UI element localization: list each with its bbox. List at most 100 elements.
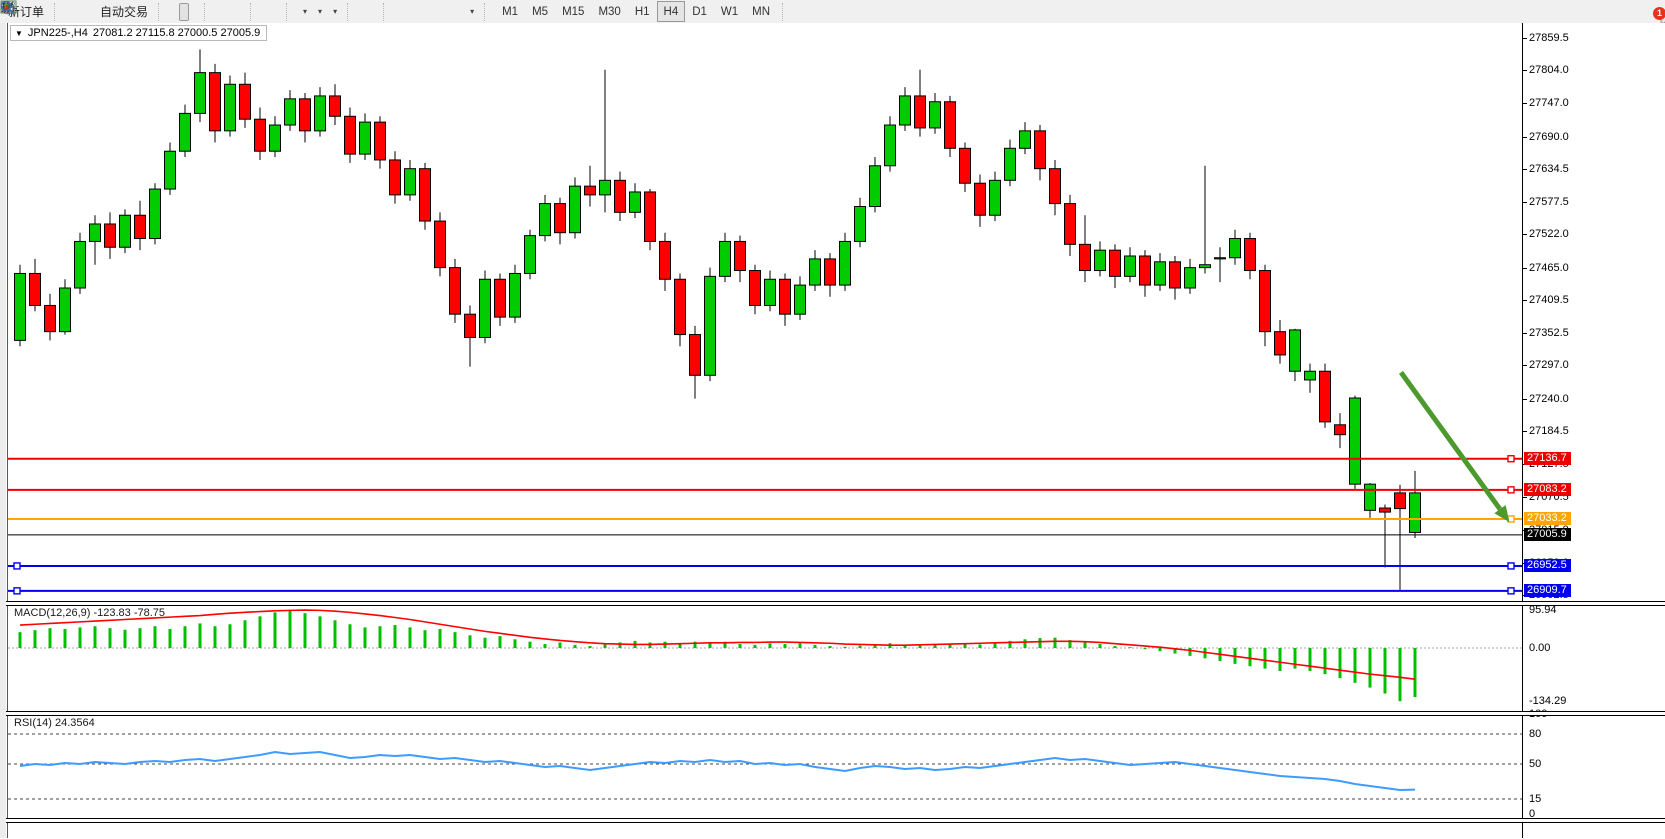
axis-label: -134.29	[1529, 695, 1566, 707]
autotrading-button[interactable]: 自动交易	[95, 3, 153, 21]
main-chart-canvas[interactable]	[8, 23, 1523, 601]
zoom-out-button[interactable]	[225, 3, 235, 21]
symbol-period-label: JPN225-,H4	[28, 27, 88, 39]
chevron-down-icon: ▼	[15, 29, 23, 38]
axis-tick	[1523, 431, 1527, 432]
toolbar-separator	[383, 3, 389, 21]
market-watch-button[interactable]	[75, 3, 85, 21]
axis-label: 27297.0	[1529, 359, 1569, 371]
timeframe-h4[interactable]: H4	[657, 1, 686, 22]
quotes-button[interactable]	[65, 3, 75, 21]
notification-badge: 1	[1653, 7, 1665, 20]
tile-windows-button[interactable]	[235, 3, 245, 21]
axis-label: 27747.0	[1529, 97, 1569, 109]
axis-label: 15	[1529, 793, 1541, 805]
vertical-line-button[interactable]	[394, 3, 404, 21]
pane-separator	[6, 818, 1665, 823]
axis-tick	[1523, 268, 1527, 269]
fibonacci-button[interactable]: F	[434, 3, 444, 21]
pane-separator[interactable]	[6, 601, 1665, 606]
ohlc-values: 27081.2 27115.8 27000.5 27005.9	[93, 27, 260, 39]
axis-label: 80	[1529, 728, 1541, 740]
axis-label: 27409.5	[1529, 294, 1569, 306]
timeframe-m15[interactable]: M15	[555, 1, 591, 22]
main-toolbar: 新订单 自动交易	[0, 0, 1665, 24]
chart-title-box[interactable]: ▼ JPN225-,H4 27081.2 27115.8 27000.5 270…	[10, 25, 267, 41]
crosshair-button[interactable]	[368, 3, 378, 21]
axis-tick	[1523, 365, 1527, 366]
axis-label: 27465.0	[1529, 262, 1569, 274]
timeframe-m5[interactable]: M5	[525, 1, 555, 22]
candlestick-chart-button[interactable]	[179, 3, 189, 21]
price-line-label: 26909.7	[1524, 584, 1571, 597]
toolbar-separator	[782, 3, 788, 21]
axis-tick	[1523, 300, 1527, 301]
trendline-button[interactable]	[414, 3, 424, 21]
new-chart-button[interactable]: ▾	[297, 3, 312, 21]
axis-tick	[1523, 169, 1527, 170]
axis-tick	[1523, 497, 1527, 498]
axis-tick	[1523, 202, 1527, 203]
axis-tick	[1523, 70, 1527, 71]
rsi-line	[20, 752, 1415, 790]
auto-scroll-button[interactable]	[261, 3, 271, 21]
price-line-label: 27136.7	[1524, 452, 1571, 465]
dropdown-caret: ▾	[303, 7, 307, 16]
axis-label: 27577.5	[1529, 196, 1569, 208]
toolbar-separator	[158, 3, 164, 21]
axis-tick	[1523, 38, 1527, 39]
axis-label: 27352.5	[1529, 327, 1569, 339]
trend-arrow	[1401, 372, 1500, 509]
toolbar-separator	[204, 3, 210, 21]
periods-button[interactable]: ▾	[312, 3, 327, 21]
text-button[interactable]: A	[444, 3, 454, 21]
chart-window: ▼ JPN225-,H4 27081.2 27115.8 27000.5 270…	[0, 23, 1665, 838]
price-line-label: 27033.2	[1524, 512, 1571, 525]
arrows-button[interactable]: ▾	[464, 3, 479, 21]
toolbar-separator	[250, 3, 256, 21]
axis-label: 27240.0	[1529, 393, 1569, 405]
axis-tick	[1523, 333, 1527, 334]
axis-label: 27634.5	[1529, 163, 1569, 175]
axis-label: 50	[1529, 758, 1541, 770]
axis-label: 27690.0	[1529, 131, 1569, 143]
line-chart-button[interactable]	[189, 3, 199, 21]
axis-label: 27184.5	[1529, 425, 1569, 437]
timeframe-w1[interactable]: W1	[714, 1, 745, 22]
bar-chart-button[interactable]	[169, 3, 179, 21]
equidistant-channel-button[interactable]: E	[424, 3, 434, 21]
toolbar-separator	[484, 3, 490, 21]
timeframe-m30[interactable]: M30	[591, 1, 627, 22]
cursor-button[interactable]	[358, 3, 368, 21]
axis-tick	[1523, 103, 1527, 104]
text-label-button[interactable]: T	[454, 3, 464, 21]
horizontal-line-button[interactable]	[404, 3, 414, 21]
axis-label: 27804.0	[1529, 64, 1569, 76]
timeframe-m1[interactable]: M1	[495, 1, 525, 22]
timeframe-mn[interactable]: MN	[745, 1, 777, 22]
search-icon[interactable]	[0, 0, 15, 15]
timeframe-h1[interactable]: H1	[628, 1, 657, 22]
toolbar-separator	[286, 3, 292, 21]
signals-button[interactable]	[85, 3, 95, 21]
zoom-in-button[interactable]	[215, 3, 225, 21]
macd-indicator-label: MACD(12,26,9) -123.83 -78.75	[14, 607, 165, 619]
price-line-label: 27083.2	[1524, 483, 1571, 496]
toolbar-separator	[54, 3, 60, 21]
axis-label: 27522.0	[1529, 228, 1569, 240]
rsi-canvas[interactable]	[8, 714, 1523, 818]
templates-button[interactable]: ▾	[327, 3, 342, 21]
axis-tick	[1523, 399, 1527, 400]
toolbar-separator	[347, 3, 353, 21]
axis-tick	[1523, 137, 1527, 138]
macd-canvas[interactable]	[8, 604, 1523, 709]
dropdown-caret: ▾	[470, 7, 474, 16]
mt4-terminal: 新订单 自动交易	[0, 0, 1665, 839]
axis-label: 27859.5	[1529, 32, 1569, 44]
autotrading-label: 自动交易	[100, 3, 148, 20]
pane-separator[interactable]	[6, 711, 1665, 716]
timeframe-d1[interactable]: D1	[685, 1, 714, 22]
timeframe-group: M1M5M15M30H1H4D1W1MN	[492, 1, 780, 23]
axis-label: 0.00	[1529, 642, 1550, 654]
chart-shift-button[interactable]	[271, 3, 281, 21]
